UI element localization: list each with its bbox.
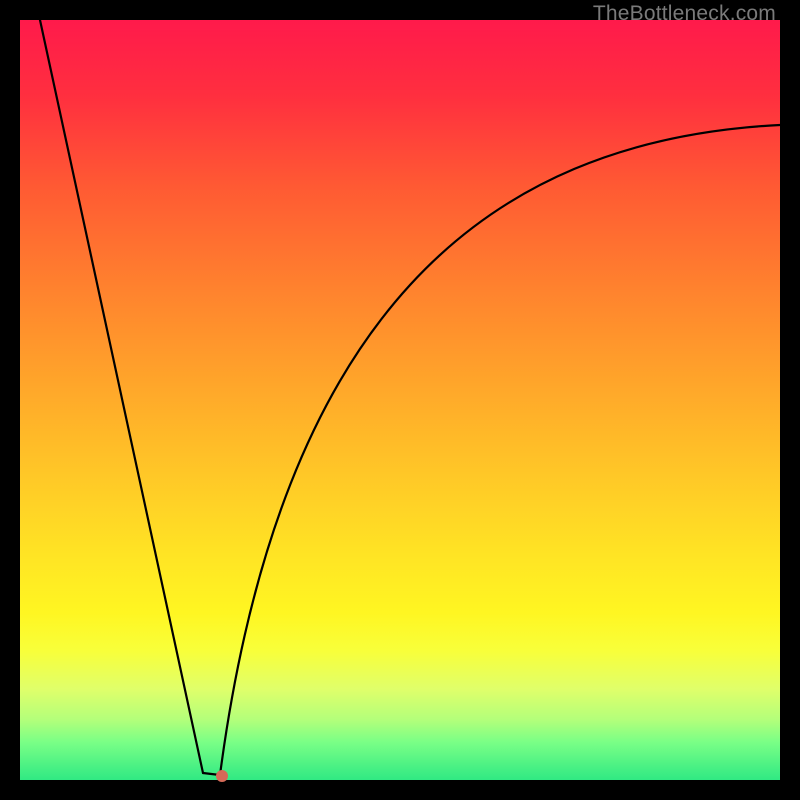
- optimal-point-marker: [216, 770, 228, 782]
- watermark-text: TheBottleneck.com: [593, 2, 776, 26]
- plot-area: [20, 20, 780, 780]
- curve-left-segment: [40, 20, 203, 773]
- chart-frame: TheBottleneck.com: [0, 0, 800, 800]
- curve-right-segment: [220, 125, 780, 775]
- bottleneck-curve: [20, 20, 780, 780]
